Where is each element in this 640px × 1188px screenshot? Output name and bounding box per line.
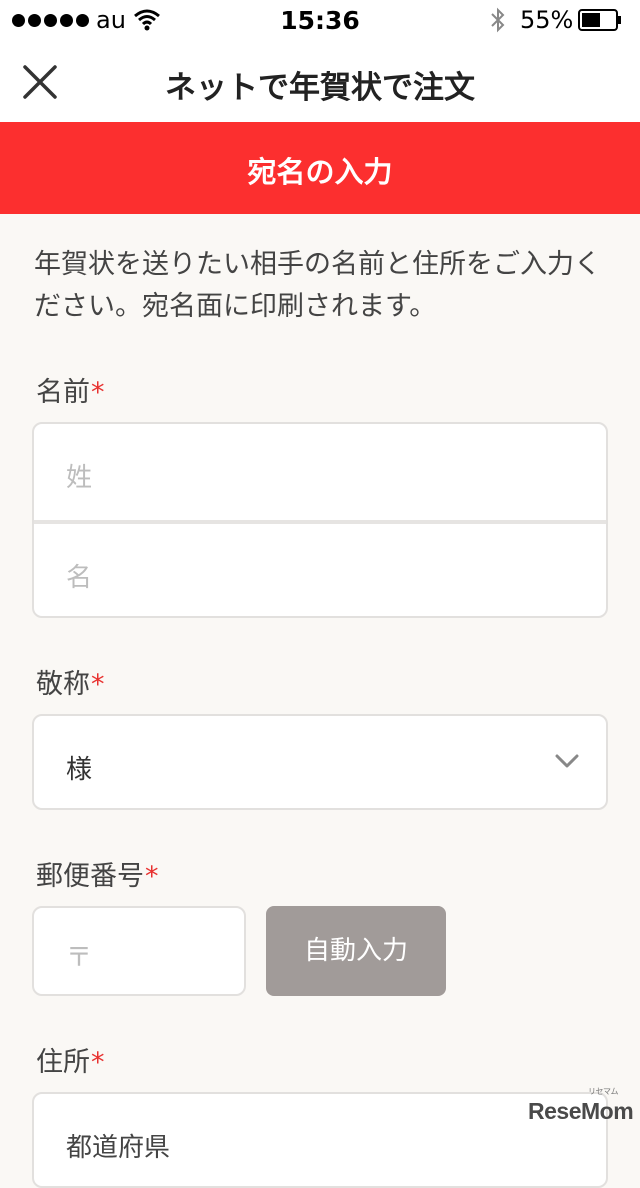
required-mark: * bbox=[91, 377, 105, 408]
status-bar: au 15:36 55% bbox=[0, 0, 640, 40]
bluetooth-icon bbox=[491, 7, 505, 33]
honorific-select[interactable]: 様 bbox=[32, 714, 608, 810]
required-mark: * bbox=[91, 1047, 105, 1078]
required-mark: * bbox=[91, 669, 105, 700]
honorific-label: 敬称* bbox=[36, 662, 105, 701]
prefecture-placeholder: 都道府県 bbox=[66, 1133, 171, 1163]
name-label-text: 名前 bbox=[36, 377, 90, 408]
address-label: 住所* bbox=[36, 1040, 105, 1079]
last-name-input[interactable]: 姓 bbox=[34, 424, 606, 520]
first-name-placeholder: 名 bbox=[66, 563, 93, 593]
address-label-text: 住所 bbox=[36, 1047, 90, 1078]
last-name-placeholder: 姓 bbox=[66, 463, 93, 493]
section-banner: 宛名の入力 bbox=[0, 122, 640, 214]
name-input-group: 姓 名 bbox=[32, 422, 608, 618]
auto-fill-button[interactable]: 自動入力 bbox=[266, 906, 446, 996]
battery-percentage: 55% bbox=[520, 6, 574, 34]
intro-text: 年賀状を送りたい相手の名前と住所をご入力ください。宛名面に印刷されます。 bbox=[34, 249, 601, 322]
honorific-label-text: 敬称 bbox=[36, 669, 90, 700]
postal-code-input[interactable]: 〒 bbox=[32, 906, 246, 996]
navigation-bar: ネットで年賀状で注文 bbox=[0, 40, 640, 122]
honorific-value: 様 bbox=[66, 755, 93, 785]
first-name-input[interactable]: 名 bbox=[34, 524, 606, 616]
postal-code-label-text: 郵便番号 bbox=[36, 861, 144, 892]
section-title: 宛名の入力 bbox=[247, 155, 393, 189]
resemom-logo: ReseMom リセマム bbox=[528, 1087, 634, 1125]
name-label: 名前* bbox=[36, 370, 105, 409]
postal-code-label: 郵便番号* bbox=[36, 854, 159, 893]
postal-code-placeholder: 〒 bbox=[66, 943, 93, 973]
watermark-subtext: リセマム bbox=[588, 1087, 619, 1096]
prefecture-select[interactable]: 都道府県 bbox=[32, 1092, 608, 1188]
chevron-down-icon bbox=[555, 754, 579, 768]
required-mark: * bbox=[145, 861, 159, 892]
watermark-text: ReseMom bbox=[528, 1098, 634, 1124]
battery-icon bbox=[578, 9, 621, 31]
page-title: ネットで年賀状で注文 bbox=[165, 70, 475, 106]
